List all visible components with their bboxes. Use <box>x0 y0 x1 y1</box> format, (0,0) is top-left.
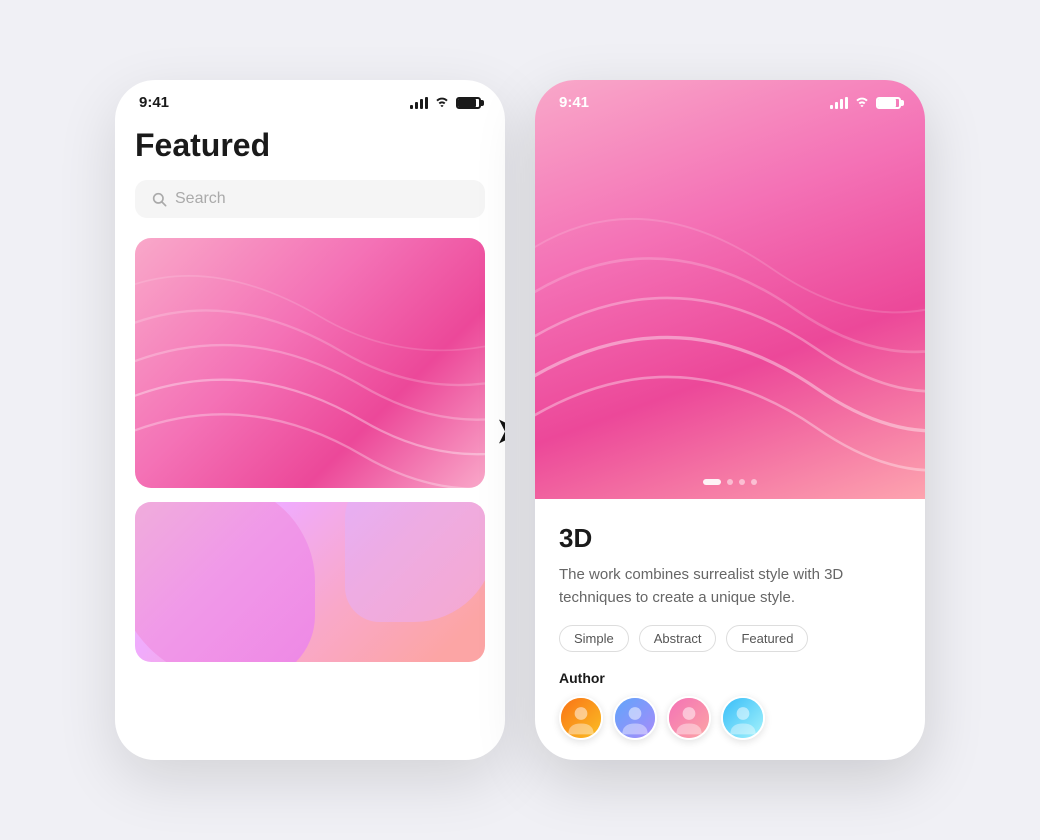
status-icons-right <box>830 95 901 110</box>
tag-featured[interactable]: Featured <box>726 625 808 652</box>
tag-abstract[interactable]: Abstract <box>639 625 717 652</box>
signal-icon <box>410 97 428 109</box>
cursor-arrow <box>495 415 505 452</box>
wifi-icon-right <box>854 95 870 110</box>
search-placeholder: Search <box>175 190 226 208</box>
hero-dot-2[interactable] <box>727 479 733 485</box>
hero-dot-3[interactable] <box>739 479 745 485</box>
hero-image: 9:41 <box>535 80 925 499</box>
battery-icon-right <box>876 97 901 109</box>
wifi-icon <box>434 95 450 110</box>
detail-title: 3D <box>559 523 901 554</box>
status-bar-right: 9:41 <box>535 80 925 119</box>
time-right: 9:41 <box>559 94 589 111</box>
author-label: Author <box>559 670 901 686</box>
hero-dots <box>703 479 757 485</box>
hero-dot-4[interactable] <box>751 479 757 485</box>
phone-left: 9:41 Featured <box>115 80 505 760</box>
left-content: Featured Search <box>115 119 505 684</box>
hero-dot-1[interactable] <box>703 479 721 485</box>
author-avatars <box>559 696 901 740</box>
time-left: 9:41 <box>139 94 169 111</box>
phone-right: 9:41 <box>535 80 925 760</box>
scene: 9:41 Featured <box>115 80 925 760</box>
search-bar[interactable]: Search <box>135 180 485 218</box>
status-icons-left <box>410 95 481 110</box>
featured-title: Featured <box>135 127 485 164</box>
avatar-1[interactable] <box>559 696 603 740</box>
author-section: Author <box>559 670 901 740</box>
detail-panel: 3D The work combines surrealist style wi… <box>535 499 925 760</box>
battery-icon <box>456 97 481 109</box>
avatar-4[interactable] <box>721 696 765 740</box>
tag-simple[interactable]: Simple <box>559 625 629 652</box>
card-lavender[interactable] <box>135 502 485 662</box>
avatar-3[interactable] <box>667 696 711 740</box>
avatar-2[interactable] <box>613 696 657 740</box>
card-pink[interactable] <box>135 238 485 488</box>
tags-container: Simple Abstract Featured <box>559 625 901 652</box>
detail-description: The work combines surrealist style with … <box>559 564 901 609</box>
search-icon <box>151 191 167 207</box>
status-bar-left: 9:41 <box>115 80 505 119</box>
signal-icon-right <box>830 97 848 109</box>
